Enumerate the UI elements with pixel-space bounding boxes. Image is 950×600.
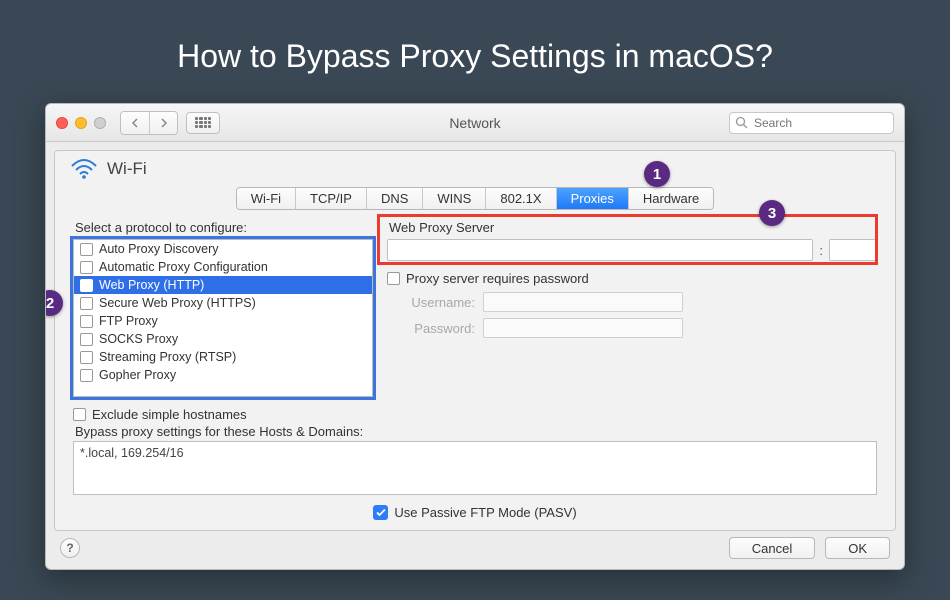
username-input[interactable]: [483, 292, 683, 312]
tab-wifi[interactable]: Wi-Fi: [237, 188, 295, 209]
page-title: How to Bypass Proxy Settings in macOS?: [0, 0, 950, 103]
server-label: Web Proxy Server: [389, 220, 877, 235]
right-column: 3 Web Proxy Server : Proxy server requir…: [387, 220, 877, 397]
bypass-textarea[interactable]: *.local, 169.254/16: [73, 441, 877, 495]
protocol-item-label: Gopher Proxy: [99, 368, 176, 382]
annotation-badge-2: 2: [45, 290, 63, 316]
ok-button[interactable]: OK: [825, 537, 890, 559]
protocol-item-label: Auto Proxy Discovery: [99, 242, 218, 256]
checkbox-icon[interactable]: [80, 369, 93, 382]
exclude-checkbox[interactable]: [73, 408, 86, 421]
titlebar: Network: [46, 104, 904, 142]
tab-dns[interactable]: DNS: [366, 188, 422, 209]
username-label: Username:: [387, 295, 475, 310]
server-row: :: [387, 239, 877, 261]
search-input[interactable]: [729, 112, 894, 134]
pasv-checkbox[interactable]: [373, 505, 388, 520]
content-area: 2 Select a protocol to configure: Auto P…: [55, 220, 895, 401]
checkbox-icon[interactable]: [80, 297, 93, 310]
protocol-label: Select a protocol to configure:: [75, 220, 373, 235]
protocol-item-auto-discovery[interactable]: Auto Proxy Discovery: [74, 240, 372, 258]
bypass-label: Bypass proxy settings for these Hosts & …: [75, 424, 895, 439]
requires-password-checkbox[interactable]: [387, 272, 400, 285]
protocol-item-ftp-proxy[interactable]: FTP Proxy: [74, 312, 372, 330]
tab-tcpip[interactable]: TCP/IP: [295, 188, 366, 209]
exclude-label: Exclude simple hostnames: [92, 407, 247, 422]
tab-wins[interactable]: WINS: [422, 188, 485, 209]
wifi-header: Wi-Fi: [55, 157, 895, 183]
settings-sheet: Wi-Fi 1 Wi-Fi TCP/IP DNS WINS 802.1X Pro…: [54, 150, 896, 531]
network-window: Network Wi-Fi 1 Wi-Fi TCP/IP DNS WINS 80…: [45, 103, 905, 570]
pasv-row: Use Passive FTP Mode (PASV): [55, 495, 895, 530]
checkbox-icon[interactable]: [80, 351, 93, 364]
username-row: Username:: [387, 292, 877, 312]
search-icon: [735, 116, 748, 129]
server-section: 3 Web Proxy Server :: [387, 220, 877, 261]
protocol-item-label: Automatic Proxy Configuration: [99, 260, 268, 274]
protocol-item-gopher-proxy[interactable]: Gopher Proxy: [74, 366, 372, 384]
pasv-label: Use Passive FTP Mode (PASV): [394, 505, 576, 520]
exclude-row: Exclude simple hostnames: [73, 407, 895, 422]
colon-separator: :: [819, 243, 823, 258]
checkbox-icon[interactable]: [80, 261, 93, 274]
footer: ? Cancel OK: [46, 531, 904, 569]
requires-password-row: Proxy server requires password: [387, 271, 877, 286]
checkbox-icon[interactable]: [80, 243, 93, 256]
requires-password-label: Proxy server requires password: [406, 271, 589, 286]
tab-proxies[interactable]: Proxies: [556, 188, 628, 209]
tab-hardware[interactable]: Hardware: [628, 188, 713, 209]
protocol-item-label: Streaming Proxy (RTSP): [99, 350, 236, 364]
wifi-label: Wi-Fi: [107, 159, 147, 179]
checkbox-icon[interactable]: [80, 315, 93, 328]
proxy-host-input[interactable]: [387, 239, 813, 261]
password-input[interactable]: [483, 318, 683, 338]
protocol-item-label: Secure Web Proxy (HTTPS): [99, 296, 256, 310]
left-column: Select a protocol to configure: Auto Pro…: [73, 220, 373, 397]
protocol-item-label: Web Proxy (HTTP): [99, 278, 204, 292]
checkbox-icon[interactable]: [80, 279, 93, 292]
protocol-item-streaming-proxy[interactable]: Streaming Proxy (RTSP): [74, 348, 372, 366]
protocol-item-label: SOCKS Proxy: [99, 332, 178, 346]
protocol-item-socks-proxy[interactable]: SOCKS Proxy: [74, 330, 372, 348]
help-button[interactable]: ?: [60, 538, 80, 558]
protocol-list-wrap: Auto Proxy Discovery Automatic Proxy Con…: [73, 239, 373, 397]
protocol-item-secure-web-proxy[interactable]: Secure Web Proxy (HTTPS): [74, 294, 372, 312]
search-wrap: [729, 112, 894, 134]
tabs: Wi-Fi TCP/IP DNS WINS 802.1X Proxies Har…: [236, 187, 715, 210]
password-row: Password:: [387, 318, 877, 338]
protocol-item-auto-config[interactable]: Automatic Proxy Configuration: [74, 258, 372, 276]
protocol-item-web-proxy[interactable]: Web Proxy (HTTP): [74, 276, 372, 294]
cancel-button[interactable]: Cancel: [729, 537, 815, 559]
annotation-badge-3: 3: [759, 200, 785, 226]
protocol-list[interactable]: Auto Proxy Discovery Automatic Proxy Con…: [73, 239, 373, 397]
check-icon: [376, 508, 386, 517]
proxy-port-input[interactable]: [829, 239, 877, 261]
annotation-badge-1: 1: [644, 161, 670, 187]
wifi-icon: [71, 159, 97, 179]
protocol-item-label: FTP Proxy: [99, 314, 158, 328]
checkbox-icon[interactable]: [80, 333, 93, 346]
tab-8021x[interactable]: 802.1X: [485, 188, 555, 209]
password-label: Password:: [387, 321, 475, 336]
